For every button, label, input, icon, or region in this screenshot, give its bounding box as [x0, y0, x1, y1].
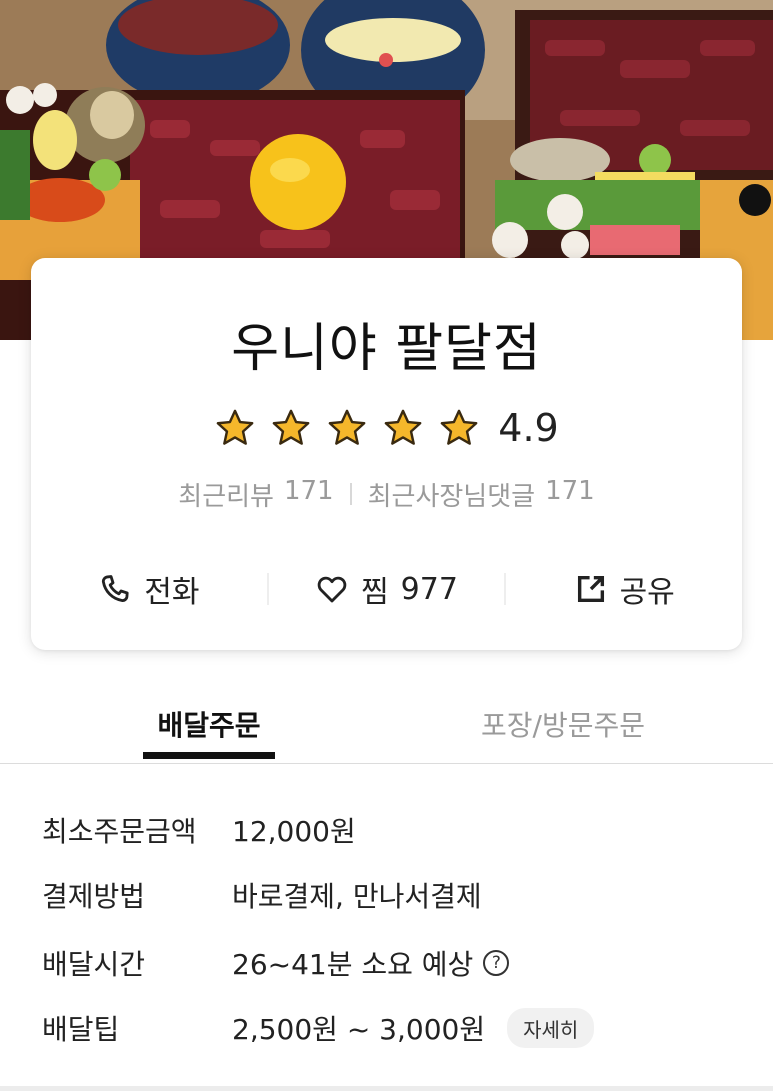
store-name: 우니야 팔달점: [231, 319, 542, 379]
heart-icon: [315, 572, 349, 606]
delivery-tip-value: 2,500원 ~ 3,000원: [232, 1013, 486, 1046]
min-order-label: 최소주문금액: [42, 815, 197, 848]
delivery-time-value-wrap: 26~41분 소요 예상 ?: [232, 943, 510, 983]
payment-label: 결제방법: [42, 880, 146, 913]
call-button[interactable]: 전화: [31, 564, 267, 614]
order-type-tabs: 배달주문 포장/방문주문: [0, 688, 773, 764]
review-separator: [349, 483, 352, 505]
wishlist-button[interactable]: 찜 977: [269, 564, 505, 614]
phone-icon: [98, 572, 132, 606]
payment-value: 바로결제, 만나서결제: [232, 880, 482, 913]
recent-reviews-count: 171: [283, 475, 334, 506]
star-icon: [382, 407, 424, 449]
active-tab-indicator: [143, 752, 275, 759]
star-icon: [270, 407, 312, 449]
delivery-time-label: 배달시간: [42, 948, 146, 981]
question-circle-icon[interactable]: ?: [483, 950, 510, 976]
review-summary: 최근리뷰 171 최근사장님댓글 171: [31, 476, 742, 512]
tip-detail-button[interactable]: 자세히: [507, 1008, 595, 1048]
wishlist-label: 찜: [361, 575, 389, 610]
rating-value: 4.9: [498, 406, 559, 450]
tab-pickup-order[interactable]: 포장/방문주문: [468, 704, 658, 744]
delivery-tip-value-wrap: 2,500원 ~ 3,000원 자세히: [232, 1008, 595, 1048]
star-icon: [214, 407, 256, 449]
section-divider: [0, 1086, 773, 1091]
star-icon: [438, 407, 480, 449]
recent-reviews-link[interactable]: 최근리뷰 171: [178, 476, 333, 513]
tab-delivery-order[interactable]: 배달주문: [143, 704, 275, 744]
min-order-value: 12,000원: [232, 815, 356, 848]
share-button[interactable]: 공유: [506, 564, 742, 614]
delivery-tip-label: 배달팁: [42, 1013, 120, 1046]
owner-replies-count: 171: [545, 475, 595, 506]
star-icon: [326, 407, 368, 449]
store-info-card: 우니야 팔달점 4.9 최근리뷰 171 최근사장님댓글 171 전화 찜 97: [31, 258, 742, 650]
call-label: 전화: [144, 575, 200, 610]
store-actions: 전화 찜 977 공유: [31, 564, 742, 614]
owner-replies-label: 최근사장님댓글: [367, 481, 536, 512]
recent-reviews-label: 최근리뷰: [178, 481, 274, 512]
rating-row: 4.9: [31, 406, 742, 450]
delivery-time-value: 26~41분 소요 예상: [232, 948, 474, 981]
owner-replies-link[interactable]: 최근사장님댓글 171: [368, 476, 595, 513]
share-icon: [574, 572, 608, 606]
wishlist-count: 977: [400, 571, 458, 607]
share-label: 공유: [619, 575, 675, 610]
tabs-divider: [0, 763, 773, 764]
rating-stars: [214, 407, 480, 449]
